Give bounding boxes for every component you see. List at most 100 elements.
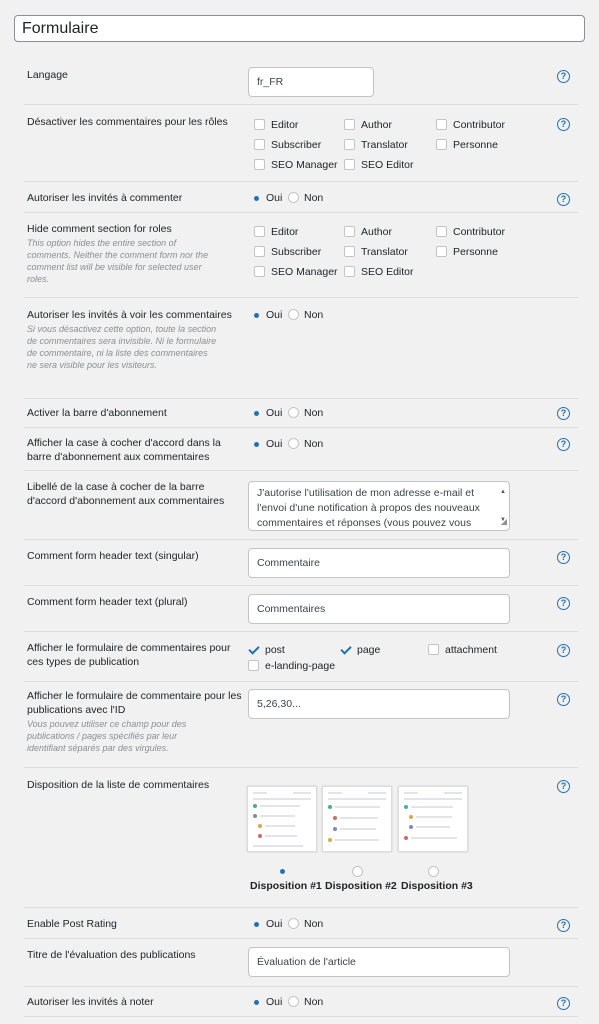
checkmark-icon[interactable]: [248, 644, 259, 655]
radio-dot[interactable]: [288, 309, 299, 320]
resize-handle-icon[interactable]: ◢: [501, 514, 507, 529]
question-circle-icon[interactable]: ?: [557, 997, 570, 1010]
radio-dot[interactable]: [288, 192, 299, 203]
checkbox-role[interactable]: Editor: [254, 119, 298, 132]
rating-title-input[interactable]: Évaluation de l'article: [248, 947, 510, 977]
layout-radio-1[interactable]: [277, 866, 288, 877]
radio-yes[interactable]: Oui: [250, 918, 282, 931]
checkbox-role[interactable]: Personne: [436, 246, 498, 259]
checkbox[interactable]: [436, 226, 447, 237]
checkbox[interactable]: [254, 246, 265, 257]
radio-yes[interactable]: Oui: [250, 996, 282, 1009]
radio-dot[interactable]: [288, 996, 299, 1007]
post-ids-label: Afficher le formulaire de commentaire po…: [27, 689, 242, 754]
radio-dot[interactable]: [288, 918, 299, 929]
radio-yes[interactable]: Oui: [250, 192, 282, 205]
radio-no[interactable]: Non: [288, 407, 323, 420]
checkbox-post-type[interactable]: e-landing-page: [248, 660, 335, 673]
question-circle-icon[interactable]: ?: [557, 597, 570, 610]
radio-yes[interactable]: Oui: [250, 407, 282, 420]
radio-no[interactable]: Non: [288, 192, 323, 205]
question-circle-icon[interactable]: ?: [557, 551, 570, 564]
checkbox-role[interactable]: Translator: [344, 246, 408, 259]
question-circle-icon[interactable]: ?: [557, 407, 570, 420]
post-ids-input[interactable]: 5,26,30...: [248, 689, 510, 719]
checkbox-role[interactable]: Translator: [344, 139, 408, 152]
radio-dot[interactable]: [288, 438, 299, 449]
question-circle-icon[interactable]: ?: [557, 70, 570, 83]
checkbox-role[interactable]: Contributor: [436, 226, 505, 239]
rating-title-label: Titre de l'évaluation des publications: [27, 949, 196, 961]
radio-dot[interactable]: [288, 407, 299, 418]
radio-no[interactable]: Non: [288, 918, 323, 931]
guests-view-title: Autoriser les invités à voir les comment…: [27, 309, 232, 321]
radio-dot[interactable]: [250, 309, 261, 320]
row-header-plural: Comment form header text (plural) Commen…: [24, 586, 578, 632]
checkbox[interactable]: [254, 159, 265, 170]
checkbox[interactable]: [254, 226, 265, 237]
checkbox-post-type[interactable]: attachment: [428, 644, 497, 657]
checkbox[interactable]: [344, 246, 355, 257]
checkbox[interactable]: [344, 139, 355, 150]
radio-no[interactable]: Non: [288, 996, 323, 1009]
radio-no[interactable]: Non: [288, 438, 323, 451]
question-circle-icon[interactable]: ?: [557, 919, 570, 932]
question-circle-icon[interactable]: ?: [557, 644, 570, 657]
question-circle-icon[interactable]: ?: [557, 193, 570, 206]
checkbox[interactable]: [344, 119, 355, 130]
layout-radio-2[interactable]: [352, 866, 363, 877]
checkbox-role[interactable]: Author: [344, 119, 392, 132]
question-circle-icon[interactable]: ?: [557, 780, 570, 793]
checkbox-role[interactable]: Contributor: [436, 119, 505, 132]
checkbox-role[interactable]: Author: [344, 226, 392, 239]
radio-dot[interactable]: [250, 918, 261, 929]
checkmark-icon[interactable]: [340, 644, 351, 655]
radio-dot[interactable]: [250, 996, 261, 1007]
layout-preview-1[interactable]: [247, 786, 317, 852]
radio-dot[interactable]: [250, 438, 261, 449]
header-plural-input[interactable]: Commentaires: [248, 594, 510, 624]
checkbox-role[interactable]: Editor: [254, 226, 298, 239]
checkbox[interactable]: [254, 139, 265, 150]
checkbox[interactable]: [436, 139, 447, 150]
checkbox[interactable]: [428, 644, 439, 655]
consent-label-textarea[interactable]: J'autorise l'utilisation de mon adresse …: [248, 481, 510, 531]
checkbox-post-type[interactable]: post: [248, 644, 285, 657]
checkbox[interactable]: [344, 159, 355, 170]
scroll-up-icon[interactable]: ▲: [500, 485, 506, 500]
checkbox[interactable]: [344, 266, 355, 277]
section-title: Formulaire: [14, 15, 585, 42]
checkbox[interactable]: [436, 119, 447, 130]
checkbox[interactable]: [254, 266, 265, 277]
header-plural-label: Comment form header text (plural): [27, 596, 188, 608]
question-circle-icon[interactable]: ?: [557, 693, 570, 706]
checkbox-post-type[interactable]: page: [340, 644, 380, 657]
checkbox[interactable]: [344, 226, 355, 237]
checkbox[interactable]: [254, 119, 265, 130]
checkbox-role[interactable]: Subscriber: [254, 246, 321, 259]
radio-dot[interactable]: [250, 192, 261, 203]
row-guests-rate: Autoriser les invités à noter Oui Non ?: [24, 987, 578, 1017]
radio-no[interactable]: Non: [288, 309, 323, 322]
layout-radio-3[interactable]: [428, 866, 439, 877]
header-singular-input[interactable]: Commentaire: [248, 548, 510, 578]
disable-comments-label: Désactiver les commentaires pour les rôl…: [27, 116, 228, 128]
layout-preview-3[interactable]: [398, 786, 468, 852]
consent-label-label: Libellé de la case à cocher de la barre …: [27, 481, 225, 507]
checkbox[interactable]: [436, 246, 447, 257]
radio-dot[interactable]: [250, 407, 261, 418]
question-circle-icon[interactable]: ?: [557, 118, 570, 131]
checkbox-role[interactable]: SEO Editor: [344, 159, 414, 172]
radio-yes[interactable]: Oui: [250, 309, 282, 322]
layout-preview-2[interactable]: [322, 786, 392, 852]
checkbox[interactable]: [248, 660, 259, 671]
radio-yes[interactable]: Oui: [250, 438, 282, 451]
checkbox-role[interactable]: SEO Manager: [254, 159, 338, 172]
question-circle-icon[interactable]: ?: [557, 438, 570, 451]
checkbox-role[interactable]: Subscriber: [254, 139, 321, 152]
checkbox-role[interactable]: SEO Editor: [344, 266, 414, 279]
language-input[interactable]: fr_FR: [248, 67, 374, 97]
checkbox-role[interactable]: SEO Manager: [254, 266, 338, 279]
checkbox-role[interactable]: Personne: [436, 139, 498, 152]
row-post-ids: Afficher le formulaire de commentaire po…: [24, 682, 578, 768]
